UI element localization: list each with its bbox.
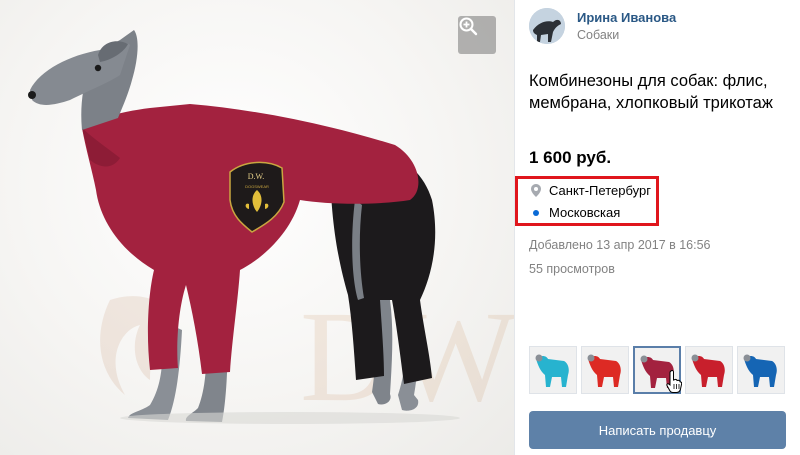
location-city-row: Санкт-Петербург [529, 183, 651, 198]
owner-group: Собаки [577, 28, 620, 42]
thumbnail-strip [529, 346, 789, 394]
thumbnail-2[interactable] [581, 346, 629, 394]
zoom-in-icon [459, 17, 478, 36]
patch-text-bottom: DOGSWEAR [245, 184, 269, 189]
dog-photo-graphic: DW D.W. DOGSWEAR [28, 30, 514, 429]
location-metro-row: Московская [529, 205, 620, 220]
added-date: Добавлено 13 апр 2017 в 16:56 [529, 238, 711, 252]
owner-name-link[interactable]: Ирина Иванова [577, 10, 676, 25]
thumbnail-image [686, 347, 732, 393]
thumbnail-4[interactable] [685, 346, 733, 394]
avatar[interactable] [529, 8, 565, 44]
avatar-image [529, 8, 565, 44]
metro-dot-icon [529, 209, 543, 216]
item-price: 1 600 руб. [529, 148, 612, 167]
thumbnail-1[interactable] [529, 346, 577, 394]
item-info-panel: Ирина Иванова Собаки Комбинезоны для соб… [515, 0, 800, 455]
views-count: 55 просмотров [529, 262, 615, 276]
product-photo[interactable]: DW D.W. DOGSWEAR [0, 0, 514, 455]
location-metro: Московская [549, 205, 621, 220]
thumbnail-5[interactable] [737, 346, 785, 394]
write-seller-button[interactable]: Написать продавцу [529, 411, 786, 449]
item-title: Комбинезоны для собак: флис, мембрана, х… [529, 72, 773, 112]
location-pin-icon [529, 184, 543, 197]
location-city: Санкт-Петербург [549, 183, 651, 198]
patch-text-top: D.W. [248, 172, 265, 181]
hand-cursor-icon [666, 370, 682, 393]
thumbnail-image [738, 347, 784, 393]
zoom-button[interactable] [458, 16, 496, 54]
thumbnail-image [530, 347, 576, 393]
thumbnail-image [582, 347, 628, 393]
